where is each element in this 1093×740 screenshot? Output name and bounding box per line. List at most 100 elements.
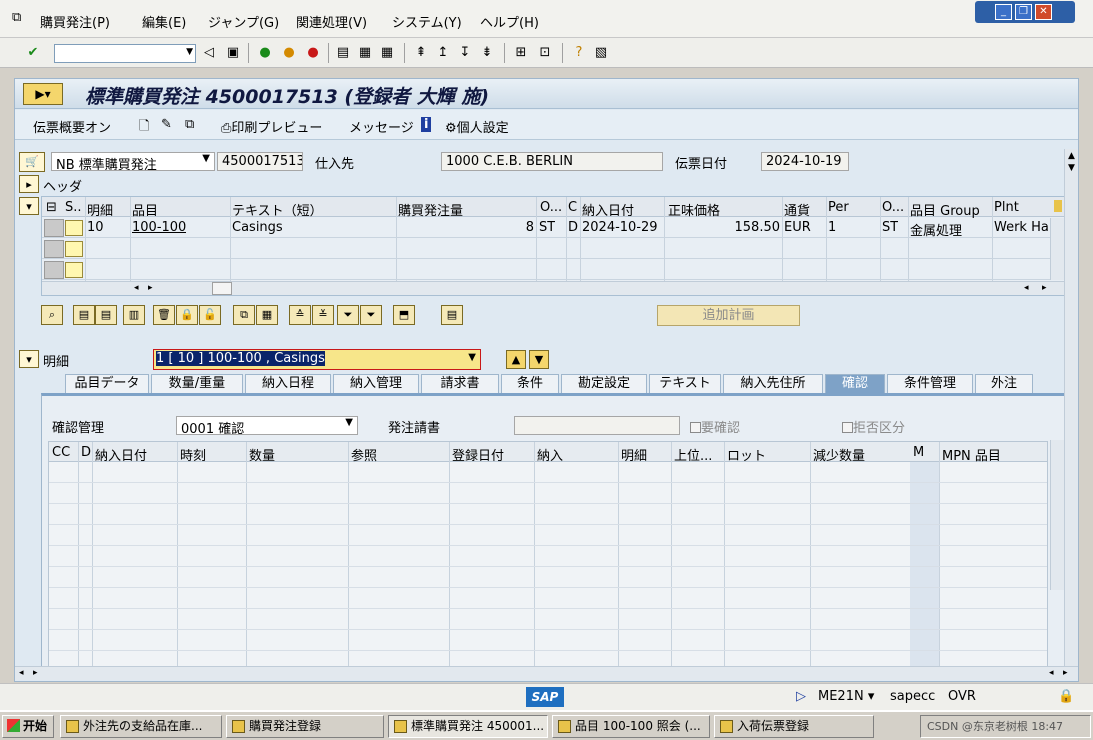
tab-invoice[interactable]: 請求書 (421, 374, 499, 393)
col-quantity[interactable]: 数量 (249, 445, 275, 464)
cell-po-qty[interactable]: 8 (398, 220, 534, 235)
scroll-down-icon[interactable]: ▼ (1068, 163, 1075, 173)
select-all-icon[interactable]: ⊟ (46, 200, 57, 215)
enter-icon[interactable]: ✔ (24, 44, 42, 62)
menu-system[interactable]: システム(Y) (392, 12, 462, 31)
scroll-right-icon[interactable]: ▸ (1063, 668, 1068, 678)
row-selector[interactable] (44, 240, 64, 258)
first-page-icon[interactable]: ⇞ (412, 44, 430, 62)
select-block-icon[interactable]: ▥ (123, 305, 145, 325)
col-inbound-delivery[interactable]: 納入 (537, 445, 563, 464)
paste-icon[interactable]: ▦ (256, 305, 278, 325)
po-number-field[interactable]: 4500017513 (217, 152, 303, 171)
col-plant[interactable]: Plnt (994, 200, 1019, 215)
header-expand-icon[interactable]: ▸ (19, 175, 39, 193)
screen-vscroll[interactable]: ▲ ▼ (1064, 149, 1078, 667)
col-category[interactable]: C (568, 200, 577, 215)
rejection-checkbox[interactable]: 拒否区分 (842, 417, 905, 436)
col-date-category[interactable]: D (81, 445, 91, 460)
taskbar-item[interactable]: 購買発注登録 (226, 715, 384, 738)
col-mpn-material[interactable]: MPN 品目 (942, 445, 1001, 464)
sort-descending-icon[interactable]: ≚ (312, 305, 334, 325)
tab-conditions[interactable]: 条件 (501, 374, 559, 393)
tab-material-data[interactable]: 品目データ (65, 374, 149, 393)
lock-icon[interactable]: 🔒 (1058, 689, 1074, 704)
chevron-down-icon[interactable]: ▼ (186, 47, 193, 57)
tab-texts[interactable]: テキスト (649, 374, 721, 393)
screen-hscroll[interactable]: ◂ ▸ ◂ ▸ (15, 666, 1078, 680)
detail-icon[interactable]: ⌕ (41, 305, 63, 325)
menu-help[interactable]: ヘルプ(H) (480, 12, 539, 31)
unlock-icon[interactable]: 🔓 (199, 305, 221, 325)
table-row[interactable]: 10 100-100 Casings 8 ST D 2024-10-29 158… (42, 218, 1056, 239)
col-per[interactable]: Per (828, 200, 849, 215)
cancel-icon[interactable]: ● (304, 44, 322, 62)
find-next-icon[interactable]: ▦ (378, 44, 396, 62)
menu-purchase-order[interactable]: 購買発注(P) (40, 12, 110, 31)
item-grid-hscroll[interactable]: ◂ ▸ ◂ ▸ (42, 281, 1064, 295)
select-all-icon[interactable]: ▤ (73, 305, 95, 325)
item-selector[interactable]: 1 [ 10 ] 100-100 , Casings ▼ (153, 349, 481, 370)
col-po-qty[interactable]: 購買発注量 (398, 200, 463, 219)
info-icon[interactable]: i (421, 117, 432, 132)
lock-icon[interactable]: 🔒 (176, 305, 198, 325)
personal-settings-button[interactable]: ⚙個人設定 (445, 117, 509, 136)
messages-button[interactable]: メッセージ (349, 117, 414, 136)
status-mode[interactable]: OVR (948, 689, 976, 704)
previous-item-icon[interactable]: ▲ (506, 350, 526, 369)
tab-confirmations[interactable]: 確認 (825, 374, 885, 393)
create-icon[interactable]: 🗋 (139, 117, 149, 139)
scroll-thumb[interactable] (212, 282, 232, 295)
close-icon[interactable]: ✕ (1035, 4, 1052, 20)
scroll-left-icon[interactable]: ◂ (19, 668, 24, 678)
scroll-left-icon[interactable]: ◂ (1024, 283, 1029, 293)
col-time[interactable]: 時刻 (180, 445, 206, 464)
taskbar-item-active[interactable]: 標準購買発注 450001... (388, 715, 548, 738)
col-status[interactable]: S.. (65, 200, 85, 215)
print-icon[interactable]: ▤ (334, 44, 352, 62)
table-row[interactable] (42, 239, 1056, 259)
table-row[interactable] (42, 260, 1056, 280)
mark-icon[interactable]: ⬒ (393, 305, 415, 325)
copy-icon[interactable]: ⧉ (233, 305, 255, 325)
row-selector[interactable] (44, 261, 64, 279)
layout-settings-icon[interactable]: ▤ (441, 305, 463, 325)
status-cell[interactable] (65, 241, 83, 257)
cell-plant[interactable]: Werk Ham (994, 220, 1056, 235)
confirmation-control-select[interactable]: 0001 確認 ▼ (176, 416, 358, 435)
start-button[interactable]: 开始 (2, 715, 54, 738)
back-icon[interactable]: ● (256, 44, 274, 62)
tab-delivery[interactable]: 納入管理 (333, 374, 419, 393)
tab-quantity-weight[interactable]: 数量/重量 (151, 374, 243, 393)
col-order-price-unit[interactable]: O... (882, 200, 906, 215)
cell-order-price-unit[interactable]: ST (882, 220, 898, 235)
col-created-on[interactable]: 登録日付 (452, 445, 504, 464)
tab-delivery-schedule[interactable]: 納入日程 (245, 374, 331, 393)
layout-icon[interactable]: ▧ (592, 44, 610, 62)
scroll-left-icon[interactable]: ◂ (1049, 668, 1054, 678)
col-reference[interactable]: 参照 (351, 445, 377, 464)
col-item[interactable]: 明細 (621, 445, 647, 464)
taskbar-item[interactable]: 入荷伝票登録 (714, 715, 874, 738)
new-session-icon[interactable]: ⊞ (512, 44, 530, 62)
minimize-icon[interactable]: _ (995, 4, 1012, 20)
cell-material-group[interactable]: 金属処理 (910, 220, 962, 239)
tab-subcontracting[interactable]: 外注 (975, 374, 1033, 393)
col-short-text[interactable]: テキスト（短） (232, 200, 323, 219)
col-material[interactable]: 品目 (132, 200, 158, 219)
cart-icon[interactable]: 🛒 (19, 152, 45, 172)
acknowledgment-field[interactable] (514, 416, 680, 435)
cell-category[interactable]: D (568, 220, 578, 235)
item-grid-vscroll[interactable] (1050, 218, 1064, 280)
previous-page-icon[interactable]: ↥ (434, 44, 452, 62)
cell-short-text[interactable]: Casings (232, 220, 283, 235)
cell-per[interactable]: 1 (828, 220, 836, 235)
cell-net-price[interactable]: 158.50 (668, 220, 781, 235)
next-item-icon[interactable]: ▼ (529, 350, 549, 369)
col-net-price[interactable]: 正味価格 (668, 200, 720, 219)
collapse-icon[interactable]: ◁ (200, 44, 218, 62)
scroll-right-icon[interactable]: ▸ (33, 668, 38, 678)
doc-type-select[interactable]: NB 標準購買発注 ▼ (51, 152, 215, 171)
next-page-icon[interactable]: ↧ (456, 44, 474, 62)
col-reduced-qty[interactable]: 減少数量 (813, 445, 865, 464)
